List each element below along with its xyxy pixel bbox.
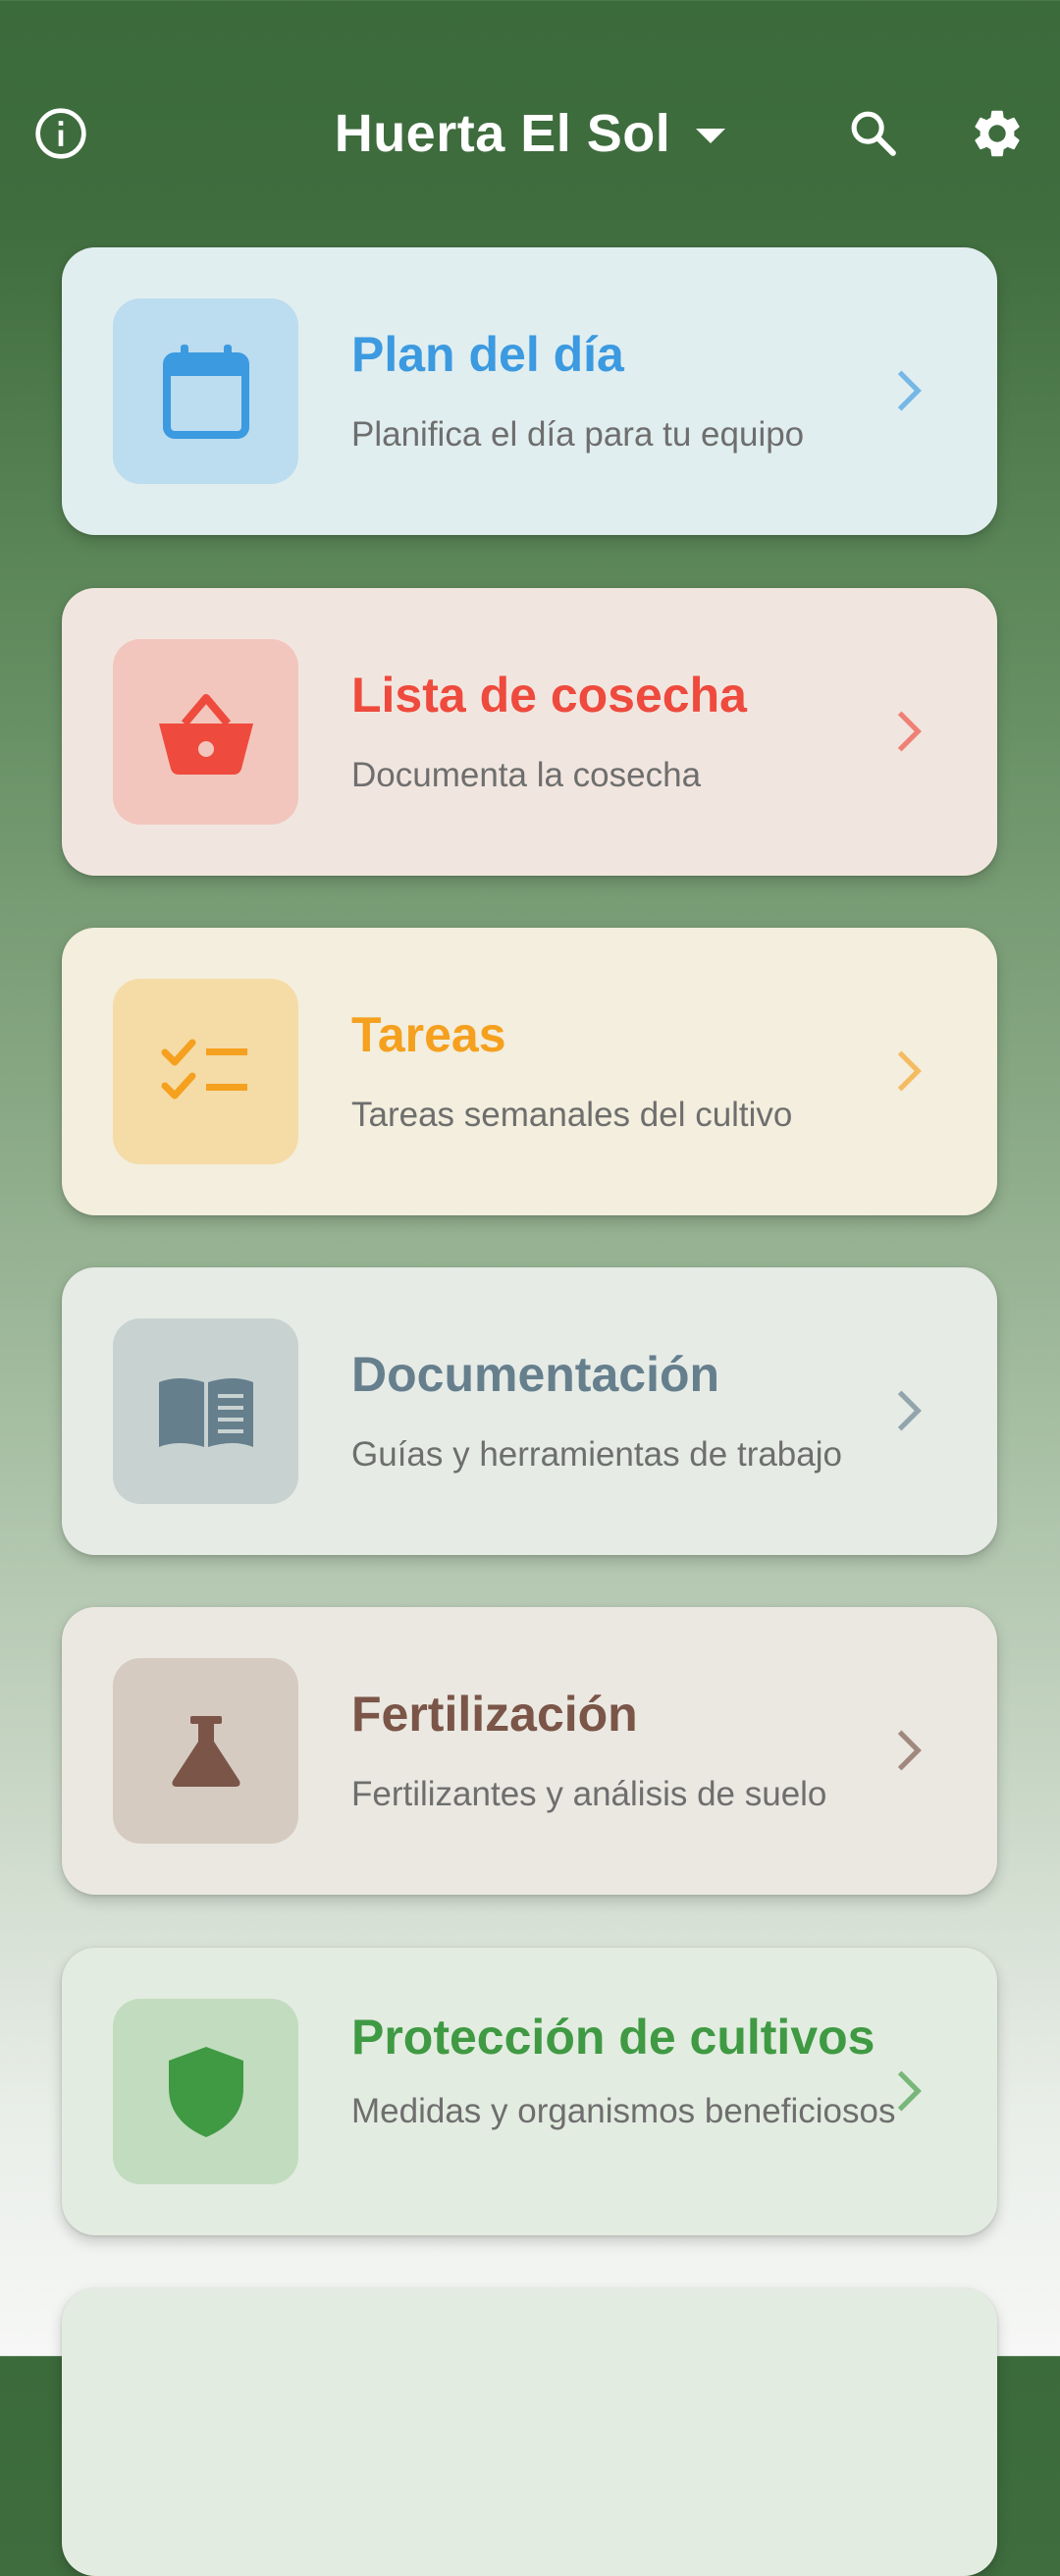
card-subtitle: Documenta la cosecha [351, 756, 702, 794]
card-subtitle: Planifica el día para tu equipo [351, 415, 805, 454]
search-icon [851, 111, 896, 156]
basket-icon [158, 693, 253, 775]
card-icon-tile [113, 1658, 298, 1844]
gear-icon [975, 110, 1020, 157]
card-title: Fertilización [351, 1687, 638, 1742]
settings-button[interactable] [958, 94, 1036, 173]
card-title: Plan del día [351, 327, 624, 382]
app-bar: Huerta El Sol [0, 0, 1060, 265]
shield-icon [168, 2046, 243, 2137]
chevron-right-icon [881, 1383, 936, 1438]
calendar-icon [162, 344, 249, 439]
card-tareas[interactable]: Tareas Tareas semanales del cultivo [62, 928, 997, 1215]
card-title: Tareas [351, 1007, 506, 1062]
card-icon-tile [113, 1318, 298, 1504]
book-icon [158, 1377, 253, 1447]
card-subtitle: Fertilizantes y análisis de suelo [351, 1775, 827, 1813]
chevron-right-icon [881, 2064, 936, 2119]
chevron-right-icon [881, 704, 936, 759]
card-icon-tile [113, 639, 298, 825]
card-icon-tile [113, 1999, 298, 2184]
card-documentacion[interactable]: Documentación Guías y herramientas de tr… [62, 1267, 997, 1555]
card-title: Protección de cultivos [351, 2010, 875, 2065]
search-button[interactable] [834, 94, 913, 173]
card-partial[interactable] [62, 2288, 997, 2576]
caret-down-icon [696, 128, 726, 143]
checklist-icon [161, 1039, 247, 1099]
card-title: Lista de cosecha [351, 668, 747, 723]
card-proteccion-de-cultivos[interactable]: Protección de cultivos Medidas y organis… [62, 1948, 997, 2235]
chevron-right-icon [881, 1044, 936, 1099]
card-plan-del-dia[interactable]: Plan del día Planifica el día para tu eq… [62, 247, 997, 535]
flask-icon [172, 1715, 239, 1787]
app-title: Huerta El Sol [334, 104, 671, 163]
card-lista-de-cosecha[interactable]: Lista de cosecha Documenta la cosecha [62, 588, 997, 876]
chevron-right-icon [881, 1723, 936, 1778]
card-icon-tile [113, 979, 298, 1164]
card-subtitle: Guías y herramientas de trabajo [351, 1435, 842, 1474]
chevron-right-icon [881, 363, 936, 418]
card-subtitle: Medidas y organismos beneficiosos [351, 2092, 896, 2130]
card-title: Documentación [351, 1347, 720, 1402]
card-subtitle: Tareas semanales del cultivo [351, 1096, 793, 1134]
card-fertilizacion[interactable]: Fertilización Fertilizantes y análisis d… [62, 1607, 997, 1895]
card-icon-tile [113, 298, 298, 484]
